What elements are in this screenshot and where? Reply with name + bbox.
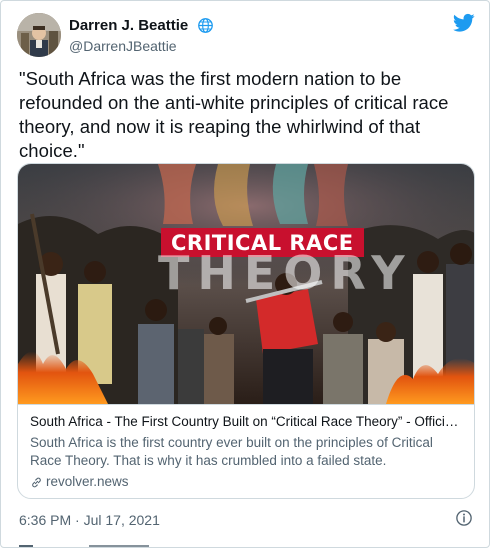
twitter-bird-icon[interactable] (453, 13, 475, 33)
link-icon (32, 477, 41, 487)
card-title[interactable]: South Africa - The First Country Built o… (30, 413, 464, 431)
tweet-card: Darren J. Beattie @DarrenJBeattie "South… (0, 0, 490, 548)
author-handle[interactable]: @DarrenJBeattie (69, 36, 214, 56)
card-meta: South Africa - The First Country Built o… (18, 404, 474, 498)
image-subtitle: THEORY (158, 246, 413, 300)
link-preview-card[interactable]: CRITICAL RACE THEORY South Africa - The … (17, 163, 475, 499)
author-names: Darren J. Beattie @DarrenJBeattie (69, 16, 214, 56)
cut-off-action-row (19, 545, 149, 547)
card-image[interactable]: CRITICAL RACE THEORY (18, 164, 474, 404)
card-description: South Africa is the first country ever b… (30, 435, 433, 468)
avatar[interactable] (17, 13, 61, 57)
card-domain[interactable]: revolver.news (30, 473, 464, 491)
tweet-timestamp[interactable]: 6:36 PM · Jul 17, 2021 (19, 511, 160, 529)
info-icon[interactable] (455, 509, 473, 527)
tweet-header: Darren J. Beattie @DarrenJBeattie (17, 13, 477, 57)
tweet-text: "South Africa was the first modern natio… (19, 68, 449, 161)
display-name[interactable]: Darren J. Beattie (69, 16, 188, 35)
card-domain-text: revolver.news (46, 474, 129, 489)
globe-icon (197, 18, 213, 33)
